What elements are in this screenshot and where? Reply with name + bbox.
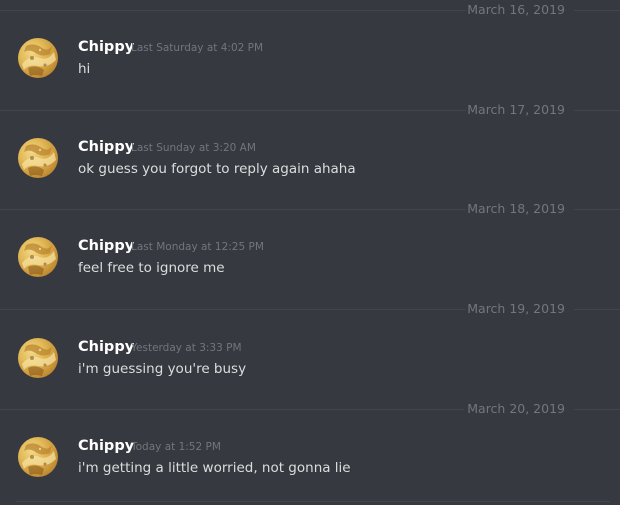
divider-line	[574, 10, 620, 11]
message-timestamp: Last Saturday at 4:02 PM	[131, 42, 264, 54]
date-divider: March 20, 2019	[0, 399, 620, 419]
divider-date: March 18, 2019	[467, 201, 565, 216]
user-avatar[interactable]	[18, 338, 58, 378]
message-username[interactable]: Chippy	[78, 338, 134, 356]
divider-line	[0, 409, 464, 410]
divider-line	[0, 10, 466, 11]
chip-avatar-icon	[22, 344, 56, 376]
message-timestamp: Last Monday at 12:25 PM	[131, 241, 264, 253]
divider-date: March 20, 2019	[467, 401, 565, 416]
divider-line	[574, 409, 620, 410]
message-item[interactable]: Chippy Yesterday at 3:33 PM i'm guessing…	[0, 338, 620, 398]
divider-line	[574, 309, 620, 310]
user-avatar[interactable]	[18, 237, 58, 277]
message-text: i'm getting a little worried, not gonna …	[78, 460, 351, 476]
message-username[interactable]: Chippy	[78, 38, 134, 56]
message-item[interactable]: Chippy Today at 1:52 PM i'm getting a li…	[0, 437, 620, 497]
chip-avatar-icon	[22, 243, 56, 275]
divider-line	[0, 209, 466, 210]
message-text: ok guess you forgot to reply again ahaha	[78, 161, 356, 177]
date-divider: March 16, 2019	[0, 0, 620, 20]
message-text: feel free to ignore me	[78, 260, 225, 276]
chip-avatar-icon	[22, 44, 56, 76]
message-timestamp: Today at 1:52 PM	[131, 441, 221, 453]
message-username[interactable]: Chippy	[78, 237, 134, 255]
message-timestamp: Last Sunday at 3:20 AM	[131, 142, 256, 154]
user-avatar[interactable]	[18, 437, 58, 477]
date-divider: March 17, 2019	[0, 100, 620, 120]
date-divider: March 19, 2019	[0, 299, 620, 319]
divider-date: March 16, 2019	[467, 2, 565, 17]
message-item[interactable]: Chippy Last Monday at 12:25 PM feel free…	[0, 237, 620, 297]
chat-message-list: March 16, 2019 Chippy Last Saturday at 4…	[0, 0, 620, 505]
divider-date: March 17, 2019	[467, 102, 565, 117]
message-username[interactable]: Chippy	[78, 437, 134, 455]
message-item[interactable]: Chippy Last Saturday at 4:02 PM hi	[0, 38, 620, 98]
chip-avatar-icon	[22, 443, 56, 475]
divider-line	[0, 110, 466, 111]
divider-line	[0, 309, 466, 310]
date-divider: March 18, 2019	[0, 199, 620, 219]
message-username[interactable]: Chippy	[78, 138, 134, 156]
message-item[interactable]: Chippy Last Sunday at 3:20 AM ok guess y…	[0, 138, 620, 198]
user-avatar[interactable]	[18, 138, 58, 178]
message-text: i'm guessing you're busy	[78, 361, 247, 377]
divider-date: March 19, 2019	[467, 301, 565, 316]
message-text: hi	[78, 61, 91, 77]
bottom-divider-line	[16, 501, 610, 502]
chip-avatar-icon	[22, 144, 56, 176]
message-timestamp: Yesterday at 3:33 PM	[131, 342, 242, 354]
divider-line	[574, 110, 620, 111]
divider-line	[574, 209, 620, 210]
user-avatar[interactable]	[18, 38, 58, 78]
